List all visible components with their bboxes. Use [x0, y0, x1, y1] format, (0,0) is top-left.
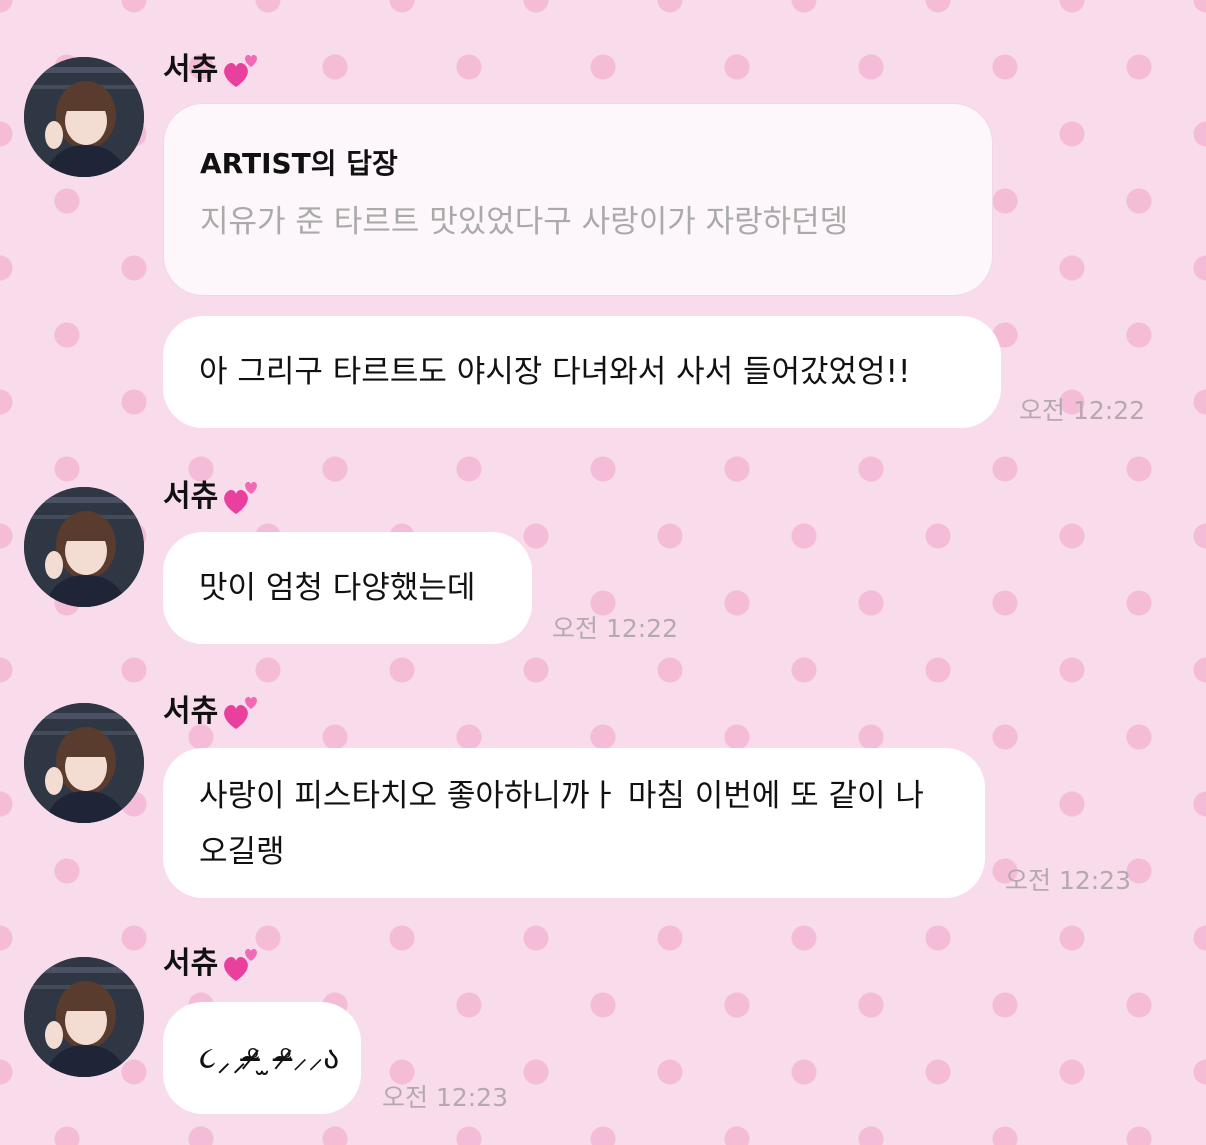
message-time: 오전 12:22: [1019, 396, 1145, 425]
two-hearts-icon: [220, 691, 262, 733]
message-text: 맛이 엄청 다양했는데: [199, 570, 476, 606]
message-time: 오전 12:22: [552, 614, 678, 643]
sender-name: 서츄: [163, 690, 262, 734]
message-bubble[interactable]: 사랑이 피스타치오 좋아하니까ㅏ 마침 이번에 또 같이 나오길랭: [163, 748, 985, 898]
sender-name-text: 서츄: [163, 694, 219, 729]
avatar[interactable]: [24, 487, 144, 607]
avatar[interactable]: [24, 703, 144, 823]
two-hearts-icon: [220, 476, 262, 518]
message-bubble[interactable]: 맛이 엄청 다양했는데: [163, 532, 532, 644]
two-hearts-icon: [220, 49, 262, 91]
sender-name: 서츄: [163, 475, 262, 519]
reply-label: ARTIST의 답장: [200, 147, 398, 180]
chat-thread[interactable]: 서츄 ARTIST의 답장 지유가 준 타르트 맛있었다구 사랑이가 자랑하던뎅…: [0, 0, 1206, 1145]
message-bubble[interactable]: 아 그리구 타르트도 야시장 다녀와서 사서 들어갔었엉!!: [163, 316, 1001, 428]
sender-name-text: 서츄: [163, 479, 219, 514]
avatar[interactable]: [24, 957, 144, 1077]
message-text: 아 그리구 타르트도 야시장 다녀와서 사서 들어갔었엉!!: [199, 354, 911, 390]
message-text: 사랑이 피스타치오 좋아하니까ㅏ 마침 이번에 또 같이 나오길랭: [199, 778, 924, 870]
message-time: 오전 12:23: [1005, 866, 1131, 895]
reply-quote: 지유가 준 타르트 맛있었다구 사랑이가 자랑하던뎅: [200, 204, 849, 240]
two-hearts-icon: [220, 943, 262, 985]
message-time: 오전 12:23: [382, 1083, 508, 1112]
avatar[interactable]: [24, 57, 144, 177]
sender-name: 서츄: [163, 942, 262, 986]
sender-name: 서츄: [163, 48, 262, 92]
reply-card[interactable]: ARTIST의 답장 지유가 준 타르트 맛있었다구 사랑이가 자랑하던뎅: [163, 103, 993, 296]
sender-name-text: 서츄: [163, 946, 219, 981]
message-text: ૮⸝⸝ᵒ̴̶̷ ̫ ᵒ̴̶̷⸝⸝ა: [199, 1040, 340, 1076]
sender-name-text: 서츄: [163, 52, 219, 87]
message-bubble[interactable]: ૮⸝⸝ᵒ̴̶̷ ̫ ᵒ̴̶̷⸝⸝ა: [163, 1002, 361, 1114]
